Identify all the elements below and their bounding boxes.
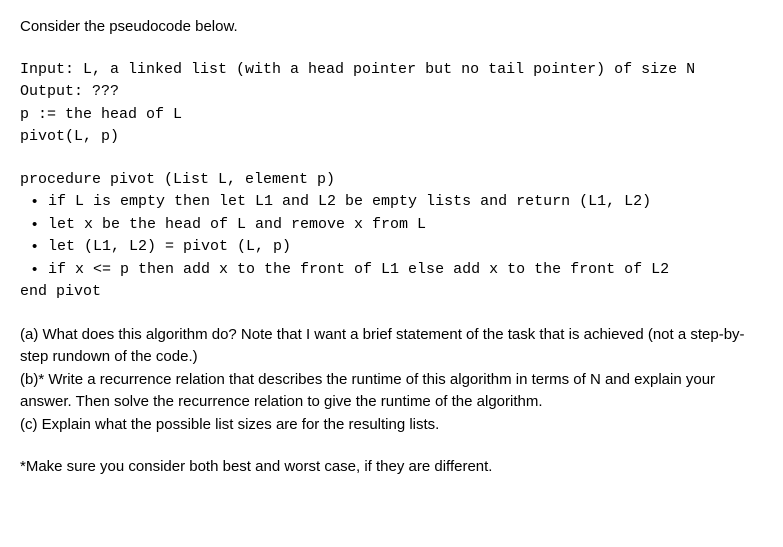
procedure-footer: end pivot [20, 281, 763, 304]
question-c: (c) Explain what the possible list sizes… [20, 414, 763, 437]
procedure-bullet-list: if L is empty then let L1 and L2 be empt… [20, 191, 763, 281]
question-a: (a) What does this algorithm do? Note th… [20, 324, 763, 369]
procedure-bullet: let x be the head of L and remove x from… [48, 214, 763, 237]
code-line-input: Input: L, a linked list (with a head poi… [20, 61, 695, 78]
code-setup-block: Input: L, a linked list (with a head poi… [20, 59, 763, 149]
procedure-bullet: if L is empty then let L1 and L2 be empt… [48, 191, 763, 214]
intro-text: Consider the pseudocode below. [20, 16, 763, 39]
question-b: (b)* Write a recurrence relation that de… [20, 369, 763, 414]
code-line-output: Output: ??? [20, 83, 119, 100]
procedure-bullet: if x <= p then add x to the front of L1 … [48, 259, 763, 282]
code-line-call: pivot(L, p) [20, 128, 119, 145]
footnote-text: *Make sure you consider both best and wo… [20, 456, 763, 479]
procedure-header: procedure pivot (List L, element p) [20, 169, 763, 192]
questions-block: (a) What does this algorithm do? Note th… [20, 324, 763, 437]
code-line-assign: p := the head of L [20, 106, 182, 123]
procedure-bullet: let (L1, L2) = pivot (L, p) [48, 236, 763, 259]
procedure-block: procedure pivot (List L, element p) if L… [20, 169, 763, 304]
